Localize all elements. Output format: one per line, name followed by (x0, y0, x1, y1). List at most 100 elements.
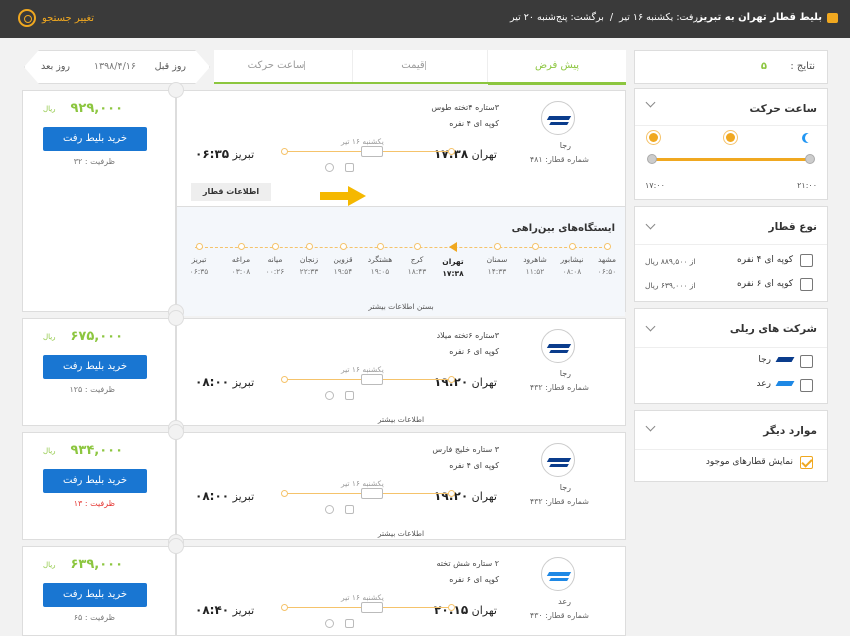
company-raja-label: رجا (758, 355, 771, 365)
train-icon (827, 13, 838, 23)
train-1-arr-time: ۰۶:۳۵ (195, 147, 230, 161)
change-search-button[interactable]: تغییر جستجو (18, 9, 94, 27)
train-3-price: ۹۳۴,۰۰۰ (70, 443, 123, 458)
station-name: شاهرود (523, 255, 547, 264)
train-1-info-panel: رجا شماره قطار: ۴۸۱ ۳ستاره ۴تخته طوس کوپ… (176, 90, 626, 316)
checkbox-available-trains[interactable] (800, 456, 813, 469)
arrow-pointer-icon (320, 186, 368, 206)
prev-day-button[interactable]: روز قبل (155, 61, 186, 72)
checkbox-compartment-4[interactable] (800, 254, 813, 267)
tab-price[interactable]: قیمت (352, 50, 488, 82)
raad-logo-icon (541, 557, 575, 591)
station-name: مشهد (597, 255, 617, 264)
ac-icon (325, 505, 334, 514)
ticket-notch (168, 424, 184, 440)
train-4-to: تبریز (232, 604, 255, 617)
station-time: ۰۳:۰۸ (231, 267, 251, 276)
station-name: میانه (267, 255, 283, 264)
search-icon (18, 9, 36, 27)
checkbox-raad[interactable] (800, 379, 813, 392)
time-slider-track[interactable] (651, 158, 811, 161)
train-1-price: ۹۲۹,۰۰۰ (70, 101, 123, 116)
train-2-capacity: ظرفیت : ۱۲۵ (69, 385, 115, 394)
train-4-buy-button[interactable]: خرید بلیط رفت (43, 583, 147, 607)
train-2-company: رجا (559, 369, 571, 378)
train-1-route-line: یکشنبه ۱۶ تیر (281, 137, 455, 161)
route-title: بلیط قطار تهران به تبریز (697, 12, 822, 23)
checkbox-raja[interactable] (800, 355, 813, 368)
intermediate-stations: ایستگاه‌های بین‌راهی مشهد ۰۶:۵۰ نیشابور ۰۸… (177, 206, 625, 316)
train-4-arrival: تبریز ۰۸:۴۰ (195, 603, 254, 617)
filter-time-title: ساعت حرکت (749, 103, 817, 115)
filter-train-type: نوع قطار کوپه ای ۴ نفره از ۸۸۹,۵۰۰ ریال … (634, 206, 828, 302)
change-search-label: تغییر جستجو (42, 12, 95, 24)
checkbox-compartment-6[interactable] (800, 278, 813, 291)
train-2-wagon: ۳ستاره ۶تخته میلاد (436, 331, 499, 340)
moon-icon (805, 133, 815, 143)
slider-handle-right[interactable] (805, 154, 815, 164)
train-1-number: شماره قطار: ۴۸۱ (529, 155, 589, 164)
train-2-more-info[interactable]: اطلاعات بیشتر (177, 415, 625, 424)
station-name: سمنان (486, 255, 508, 264)
next-day-button[interactable]: روز بعد (41, 61, 70, 72)
chevron-down-icon[interactable] (645, 421, 656, 432)
train-icon (361, 602, 383, 613)
tv-icon (345, 163, 354, 172)
station-name: تبریز (191, 255, 207, 264)
station-item-current: تهران ۱۷:۳۸ (436, 242, 470, 278)
tab-default[interactable]: پیش فرض (488, 50, 626, 85)
station-item: شاهرود ۱۱:۵۲ (518, 243, 552, 276)
train-3-buy-button[interactable]: خرید بلیط رفت (43, 469, 147, 493)
sunrise-icon (649, 133, 658, 142)
slider-handle-left[interactable] (647, 154, 657, 164)
train-icon (361, 488, 383, 499)
train-2-compartment: کوپه ای ۶ نفره (449, 347, 499, 356)
station-item: کرج ۱۸:۴۳ (400, 243, 434, 276)
train-icon (361, 146, 383, 157)
train-4-arr-time: ۰۸:۴۰ (195, 603, 230, 617)
train-info-tab[interactable]: اطلاعات قطار (191, 183, 271, 201)
chevron-down-icon[interactable] (645, 97, 656, 108)
sort-tabs: پیش فرض قیمت ساعت حرکت (214, 50, 626, 85)
time-to: ۱۷:۰۰ (645, 181, 665, 190)
train-1-currency: ریال (43, 105, 56, 113)
filter-type-title: نوع قطار (768, 221, 817, 233)
option-compartment-6-label: کوپه ای ۶ نفره (737, 279, 793, 289)
sun-icon (726, 133, 735, 142)
chevron-down-icon[interactable] (645, 321, 656, 332)
train-1-less-info[interactable]: بستن اطلاعات بیشتر (177, 302, 625, 311)
station-item: هشتگرد ۱۹:۰۵ (363, 243, 397, 276)
time-from: ۲۱:۰۰ (797, 181, 817, 190)
station-item: قزوین ۱۹:۵۴ (326, 243, 360, 276)
station-name: تهران (442, 257, 464, 266)
train-2-amenities (325, 391, 359, 401)
tv-icon (345, 619, 354, 628)
train-4-amenities (325, 619, 359, 629)
train-2-number: شماره قطار: ۴۳۲ (529, 383, 589, 392)
chevron-down-icon[interactable] (645, 219, 656, 230)
train-1-buy-button[interactable]: خرید بلیط رفت (43, 127, 147, 151)
day-navigation: روز قبل ۱۳۹۸/۴/۱۶ روز بعد (24, 50, 210, 84)
train-3-more-info[interactable]: اطلاعات بیشتر (177, 529, 625, 538)
train-3-amenities (325, 505, 359, 515)
station-name: زنجان (299, 255, 319, 264)
train-3-from: تهران (471, 490, 497, 503)
train-3-arr-time: ۰۸:۰۰ (195, 489, 230, 503)
raad-logo-icon (775, 381, 795, 386)
station-time: ۰۸:۰۸ (562, 267, 582, 276)
ticket-notch (168, 82, 184, 98)
train-3-company: رجا (559, 483, 571, 492)
train-4-capacity: ظرفیت : ۶۵ (73, 613, 115, 622)
train-2-price-panel: ۶۷۵,۰۰۰ ریال خرید بلیط رفت ظرفیت : ۱۲۵ (22, 318, 176, 426)
train-3-date: یکشنبه ۱۶ تیر (341, 479, 384, 488)
train-1-arrival: تبریز ۰۶:۳۵ (195, 147, 254, 161)
tab-departure-time[interactable]: ساعت حرکت (214, 50, 352, 82)
station-time: ۱۹:۵۴ (333, 267, 353, 276)
train-2-buy-button[interactable]: خرید بلیط رفت (43, 355, 147, 379)
train-4-info-panel: رعد شماره قطار: ۴۳۰ ۲ ستاره شش تخته کوپه… (176, 546, 626, 636)
ac-icon (325, 163, 334, 172)
train-1-capacity: ظرفیت : ۳۲ (73, 157, 115, 166)
tab-price-label: قیمت (401, 60, 425, 71)
option-compartment-6-price: از ۶۳۹,۰۰۰ ریال (645, 281, 696, 290)
train-1-date: یکشنبه ۱۶ تیر (341, 137, 384, 146)
